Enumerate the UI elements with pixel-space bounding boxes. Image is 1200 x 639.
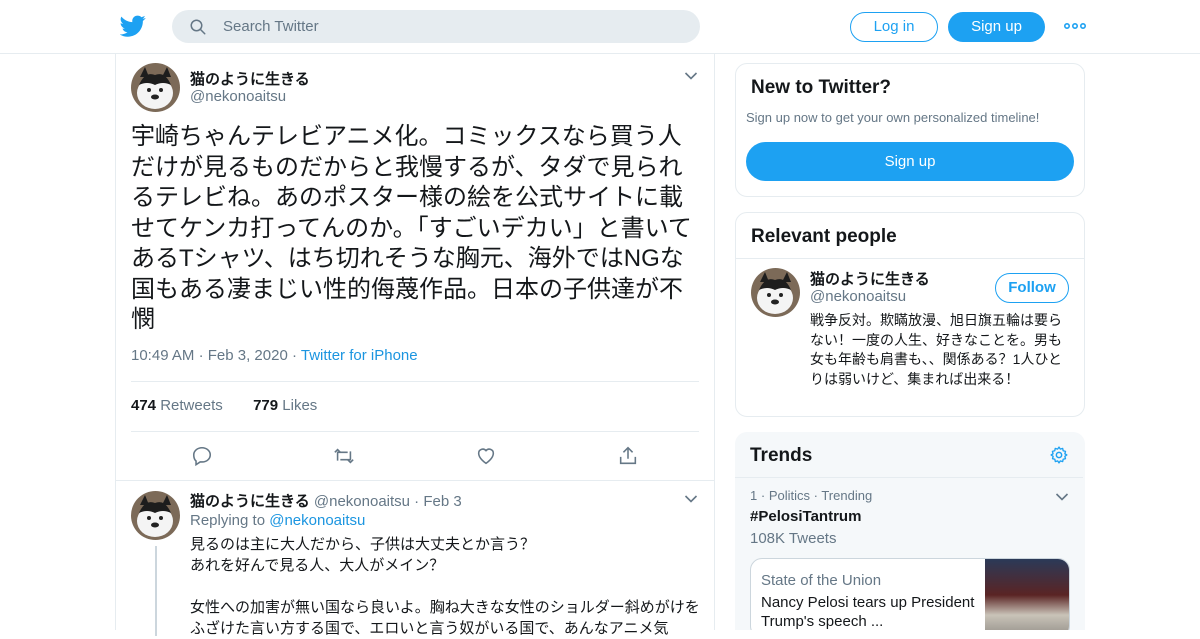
login-button[interactable]: Log in bbox=[850, 12, 938, 42]
reply-icon[interactable] bbox=[191, 445, 213, 467]
retweets-label: Retweets bbox=[160, 397, 223, 414]
retweets-stat[interactable]: 474 Retweets bbox=[131, 397, 223, 414]
twitter-bird-icon[interactable] bbox=[120, 13, 146, 39]
trends-card: Trends 1 · Politics · Trending #PelosiTa… bbox=[735, 432, 1085, 630]
trend-count: 108K Tweets bbox=[750, 530, 837, 547]
avatar[interactable] bbox=[131, 491, 180, 540]
like-heart-icon[interactable] bbox=[475, 445, 497, 467]
reply-header: 猫のように生きる @nekonoaitsu · Feb 3 bbox=[190, 490, 462, 511]
search-icon bbox=[190, 19, 206, 35]
trend-meta: 1 · Politics · Trending bbox=[750, 488, 872, 503]
news-source: State of the Union bbox=[761, 572, 882, 589]
tweet-text: 宇崎ちゃんテレビアニメ化。コミックスなら買う人だけが見るものだからと我慢するが、… bbox=[131, 123, 692, 333]
chevron-down-icon[interactable] bbox=[684, 71, 698, 81]
relevant-people-card: Relevant people 猫のように生きる @nekonoaitsu Fo… bbox=[735, 212, 1085, 417]
more-dots-icon[interactable] bbox=[1063, 18, 1087, 34]
tweet-stats: 474 Retweets 779 Likes bbox=[131, 397, 317, 414]
thread-line bbox=[155, 546, 157, 636]
cat-avatar-image bbox=[751, 268, 800, 317]
avatar[interactable] bbox=[131, 63, 180, 112]
signup-cta-button[interactable]: Sign up bbox=[746, 142, 1074, 181]
cat-avatar-image bbox=[131, 63, 180, 112]
cat-avatar-image bbox=[131, 491, 180, 540]
trend-status: Trending bbox=[821, 488, 873, 503]
chevron-down-icon[interactable] bbox=[684, 494, 698, 504]
tweet-time[interactable]: 10:49 AM bbox=[131, 347, 194, 364]
likes-count: 779 bbox=[253, 397, 279, 414]
card-title: Trends bbox=[750, 445, 813, 466]
top-bar: Search Twitter Log in Sign up bbox=[0, 0, 1200, 54]
tweet-source-link[interactable]: Twitter for iPhone bbox=[301, 347, 418, 364]
tweet-author-name[interactable]: 猫のように生きる bbox=[190, 68, 310, 89]
divider bbox=[116, 480, 714, 481]
meta-separator: · bbox=[760, 488, 769, 503]
likes-label: Likes bbox=[282, 397, 318, 414]
card-subtitle: Sign up now to get your own personalized… bbox=[746, 110, 1040, 125]
search-placeholder: Search Twitter bbox=[223, 18, 319, 35]
share-icon[interactable] bbox=[617, 445, 639, 467]
gear-icon[interactable] bbox=[1049, 445, 1069, 465]
card-title: Relevant people bbox=[751, 226, 897, 247]
search-input[interactable]: Search Twitter bbox=[172, 10, 700, 43]
new-to-twitter-card: New to Twitter? Sign up now to get your … bbox=[735, 63, 1085, 197]
follow-button[interactable]: Follow bbox=[995, 273, 1069, 303]
reply-author-handle[interactable]: @nekonoaitsu bbox=[314, 493, 410, 510]
card-title: New to Twitter? bbox=[751, 77, 892, 98]
person-name[interactable]: 猫のように生きる bbox=[810, 268, 930, 289]
news-thumbnail-image bbox=[985, 559, 1069, 630]
divider bbox=[131, 381, 699, 382]
meta-separator: · bbox=[414, 493, 424, 510]
replying-handle-link[interactable]: @nekonoaitsu bbox=[269, 512, 365, 529]
likes-stat[interactable]: 779 Likes bbox=[253, 397, 317, 414]
divider bbox=[735, 477, 1083, 478]
divider bbox=[131, 431, 699, 432]
replying-to: Replying to @nekonoaitsu bbox=[190, 512, 365, 529]
tweet-date[interactable]: Feb 3, 2020 bbox=[208, 347, 288, 364]
meta-separator: · bbox=[198, 347, 208, 364]
divider bbox=[736, 258, 1084, 259]
chevron-down-icon[interactable] bbox=[1055, 492, 1069, 502]
retweets-count: 474 bbox=[131, 397, 157, 414]
trend-rank: 1 bbox=[750, 488, 758, 503]
retweet-icon[interactable] bbox=[333, 445, 355, 467]
person-bio: 戦争反対。欺瞞放漫、旭日旗五輪は要らない！一度の人生、好きなことを。男も女も年齢… bbox=[810, 312, 1062, 387]
trend-category: Politics bbox=[768, 488, 810, 503]
replying-label: Replying to bbox=[190, 512, 266, 529]
signup-button[interactable]: Sign up bbox=[948, 12, 1045, 42]
tweet-author-handle[interactable]: @nekonoaitsu bbox=[190, 88, 286, 105]
news-title: Nancy Pelosi tears up President Trump's … bbox=[761, 594, 975, 630]
tweet-column: 猫のように生きる @nekonoaitsu 宇崎ちゃんテレビアニメ化。コミックス… bbox=[115, 54, 715, 637]
reply-date[interactable]: Feb 3 bbox=[423, 493, 461, 510]
person-handle[interactable]: @nekonoaitsu bbox=[810, 288, 906, 305]
tweet-meta: 10:49 AM · Feb 3, 2020 · Twitter for iPh… bbox=[131, 347, 418, 364]
reply-author-name[interactable]: 猫のように生きる bbox=[190, 493, 310, 510]
trend-name[interactable]: #PelosiTantrum bbox=[750, 508, 861, 525]
avatar[interactable] bbox=[751, 268, 800, 317]
reply-text: 見るのは主に大人だから、子供は大丈夫とか言う？ あれを好んで見る人、大人がメイン… bbox=[190, 536, 700, 637]
trend-news-card[interactable]: State of the Union Nancy Pelosi tears up… bbox=[750, 558, 1070, 630]
meta-separator: · bbox=[291, 347, 301, 364]
